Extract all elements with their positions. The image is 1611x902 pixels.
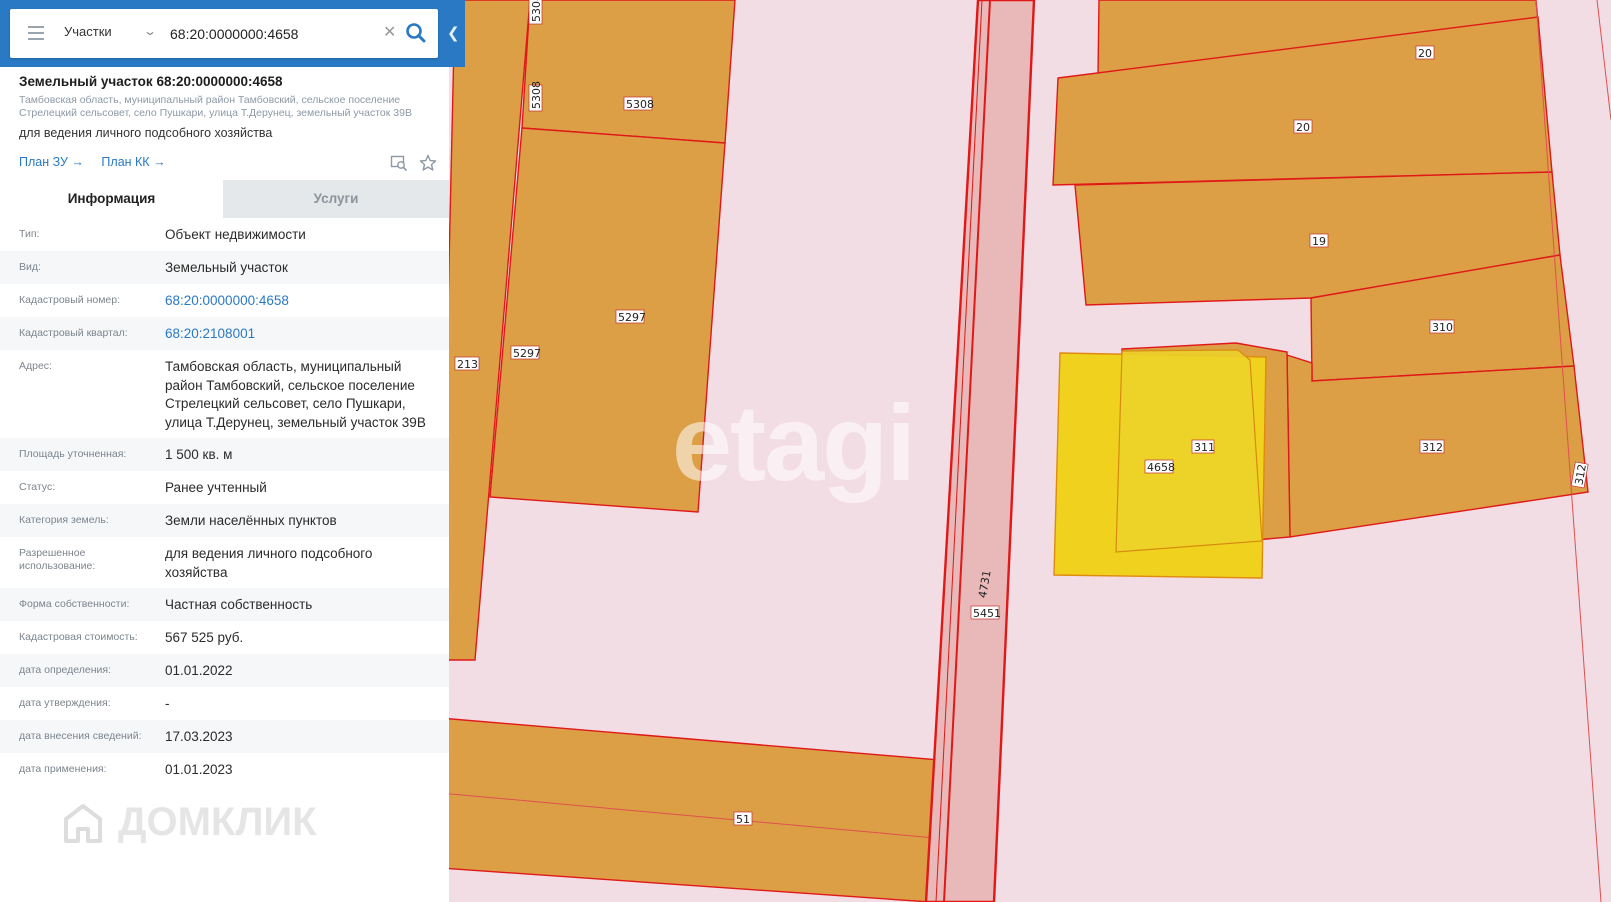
info-key: Кадастровый квартал: xyxy=(19,327,128,339)
tab-services[interactable]: Услуги xyxy=(223,180,449,218)
info-value: 1 500 кв. м xyxy=(165,447,233,462)
info-value: Частная собственность xyxy=(165,597,313,612)
cadastral-number-link[interactable]: 68:20:0000000:4658 xyxy=(165,292,435,311)
info-value: Земельный участок xyxy=(165,260,288,275)
domclick-logo-icon xyxy=(64,804,102,844)
info-value: Земли населённых пунктов xyxy=(165,513,337,528)
search-icon[interactable] xyxy=(405,22,427,44)
tabs: Информация Услуги xyxy=(0,180,449,218)
info-row: Тип: Объект недвижимости xyxy=(0,218,449,251)
cadastral-quarter-link[interactable]: 68:20:2108001 xyxy=(165,325,435,344)
info-key: Категория земель: xyxy=(19,514,109,526)
info-row: дата применения: 01.01.2023 xyxy=(0,753,449,786)
parcel-label: 311 xyxy=(1194,441,1215,454)
plan-zu-link[interactable]: План ЗУ → xyxy=(19,155,84,169)
domclick-watermark: ДОМКЛИК xyxy=(60,800,317,847)
info-row: Категория земель: Земли населённых пункто… xyxy=(0,504,449,537)
info-key: дата утверждения: xyxy=(19,697,111,709)
info-row: дата внесения сведений: 17.03.2023 xyxy=(0,720,449,753)
info-row: Кадастровый номер: 68:20:0000000:4658 xyxy=(0,284,449,317)
info-key: Статус: xyxy=(19,481,56,493)
info-value: 17.03.2023 xyxy=(165,729,233,744)
info-key: Форма собственности: xyxy=(19,598,130,610)
parcel-5308[interactable] xyxy=(521,0,736,144)
info-row: Кадастровая стоимость: 567 525 руб. xyxy=(0,621,449,654)
info-value: Ранее учтенный xyxy=(165,480,267,495)
parcel-label: 19 xyxy=(1312,235,1326,248)
card-actions xyxy=(384,154,437,176)
parcel-label: 5451 xyxy=(973,607,1001,620)
parcel-label: 5297 xyxy=(618,311,646,324)
card-address: Тамбовская область, муниципальный район … xyxy=(19,94,412,119)
info-key: дата определения: xyxy=(19,664,112,676)
chevron-down-icon[interactable]: ⌄ xyxy=(143,24,157,38)
parcel-label: 5308 xyxy=(530,0,543,22)
card-usage: для ведения личного подсобного хозяйства xyxy=(19,126,273,140)
search-input[interactable] xyxy=(168,20,372,48)
parcel-label: 4658 xyxy=(1147,461,1175,474)
parcel-label: 20 xyxy=(1296,121,1310,134)
parcel-label: 5308 xyxy=(626,98,654,111)
card-title: Земельный участок 68:20:0000000:4658 xyxy=(19,74,283,89)
info-key: Площадь уточненная: xyxy=(19,448,127,460)
card-header: Земельный участок 68:20:0000000:4658 Там… xyxy=(19,72,439,140)
parcel-label: 312 xyxy=(1422,441,1443,454)
parcel-5297[interactable] xyxy=(489,127,726,513)
parcel-311-overlay xyxy=(1115,349,1263,553)
info-row: Форма собственности: Частная собственност… xyxy=(0,588,449,621)
info-key: Кадастровый номер: xyxy=(19,294,121,306)
info-key: дата применения: xyxy=(19,763,107,775)
search-box: Участки ⌄ ✕ xyxy=(10,9,438,58)
info-value: 01.01.2023 xyxy=(165,762,233,777)
info-key: Кадастровая стоимость: xyxy=(19,631,138,643)
info-value: Объект недвижимости xyxy=(165,227,306,242)
domclick-brand: ДОМКЛИК xyxy=(118,800,317,844)
parcel-label: 213 xyxy=(457,358,478,371)
info-key: Тип: xyxy=(19,228,40,240)
info-key: дата внесения сведений: xyxy=(19,730,142,742)
info-key: Разрешенное использование: xyxy=(19,547,96,572)
parcel-label: 51 xyxy=(736,813,750,826)
parcel-label: 5308 xyxy=(530,81,543,109)
info-value: для ведения личного подсобного хозяйства xyxy=(165,546,373,580)
info-row: дата определения: 01.01.2022 xyxy=(0,654,449,687)
info-key: Вид: xyxy=(19,261,41,273)
info-row: Разрешенное использование: для ведения ли… xyxy=(0,537,449,588)
info-row: Площадь уточненная: 1 500 кв. м xyxy=(0,438,449,471)
collapse-panel-icon[interactable]: ❮ xyxy=(447,24,460,42)
info-value: Тамбовская область, муниципальный район … xyxy=(165,359,426,430)
info-value: 567 525 руб. xyxy=(165,630,244,645)
clear-icon[interactable]: ✕ xyxy=(383,22,396,41)
info-panel: Участки ⌄ ✕ ❮ Земельный участок 68:20:00… xyxy=(0,0,465,902)
plan-kk-link[interactable]: План КК → xyxy=(101,155,165,169)
info-row: дата утверждения: - xyxy=(0,687,449,720)
parcel-label: 20 xyxy=(1418,47,1432,60)
info-row: Вид: Земельный участок xyxy=(0,251,449,284)
parcel-label: 5297 xyxy=(513,347,541,360)
search-on-map-icon[interactable] xyxy=(390,154,408,172)
layer-select[interactable]: Участки xyxy=(64,24,112,39)
info-value: - xyxy=(165,696,170,711)
menu-icon[interactable] xyxy=(28,26,44,40)
parcel-label: 310 xyxy=(1432,321,1453,334)
tab-information[interactable]: Информация xyxy=(0,180,223,218)
info-row: Адрес: Тамбовская область, муниципальный … xyxy=(0,350,449,438)
info-table: Тип: Объект недвижимости Вид: Земельный уч… xyxy=(0,218,449,786)
search-bar: Участки ⌄ ✕ ❮ xyxy=(0,0,465,67)
info-value: 01.01.2022 xyxy=(165,663,233,678)
info-row: Статус: Ранее учтенный xyxy=(0,471,449,504)
plan-links: План ЗУ → План КК → xyxy=(19,155,180,169)
info-key: Адрес: xyxy=(19,360,52,372)
star-icon[interactable] xyxy=(419,154,437,172)
info-row: Кадастровый квартал: 68:20:2108001 xyxy=(0,317,449,350)
